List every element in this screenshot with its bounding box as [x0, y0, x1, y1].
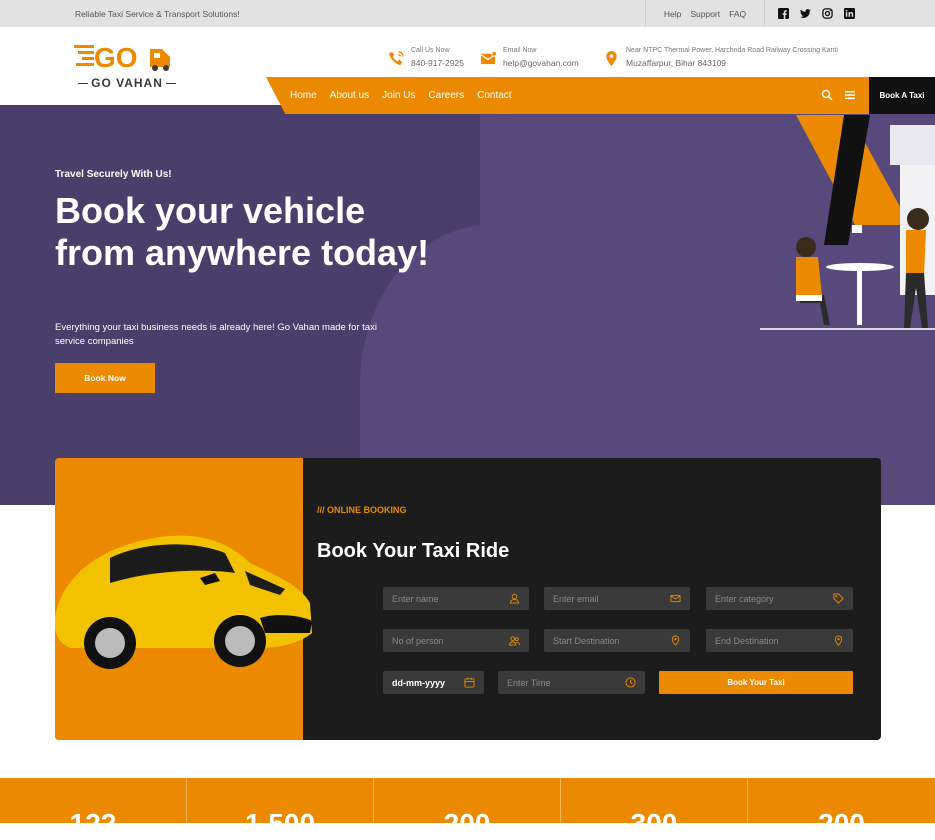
main-nav: Home About us Join Us Careers Contact: [266, 77, 869, 114]
booking-card: /// ONLINE BOOKING Book Your Taxi Ride E…: [55, 458, 881, 740]
time-placeholder: Enter Time: [507, 677, 551, 688]
name-placeholder: Enter name: [392, 593, 439, 604]
location-pin-icon: [606, 50, 617, 67]
facebook-icon[interactable]: [778, 8, 789, 19]
address-line2: Muzaffarpur, Bihar 843109: [626, 58, 727, 68]
menu-icon[interactable]: [844, 89, 856, 101]
nav-links: Home About us Join Us Careers Contact: [290, 90, 512, 101]
social-links: [778, 8, 855, 19]
stat-value: 1,500: [244, 808, 316, 839]
stat-item: 200: [748, 778, 935, 839]
email-input[interactable]: Enter email: [544, 587, 690, 610]
top-bar: Reliable Taxi Service & Transport Soluti…: [0, 0, 935, 27]
call-label: Call Us Now: [411, 47, 450, 54]
group-icon: [509, 636, 520, 646]
linkedin-icon[interactable]: [844, 8, 855, 19]
pin-icon: [671, 635, 680, 646]
stat-item: 1,500: [187, 778, 374, 839]
book-taxi-button[interactable]: Book A Taxi: [869, 77, 935, 114]
hero-title: Book your vehicle from anywhere today!: [55, 190, 430, 273]
persons-placeholder: No of person: [392, 635, 444, 646]
stat-value: 122: [69, 808, 117, 839]
calendar-icon: [464, 677, 475, 688]
email-contact[interactable]: Email Now help@govahan.com: [480, 47, 579, 68]
email-value: help@govahan.com: [503, 58, 579, 68]
address-contact: Near NTPC Thermal Power, Harchnda Road R…: [603, 47, 838, 68]
taxi-car-image: [55, 535, 312, 669]
address-line1: Near NTPC Thermal Power, Harchnda Road R…: [626, 47, 838, 54]
tagline: Reliable Taxi Service & Transport Soluti…: [75, 9, 240, 19]
pin-icon: [834, 635, 843, 646]
call-value: 840-917-2925: [411, 58, 464, 68]
category-input[interactable]: Enter category: [706, 587, 853, 610]
nav-item-join[interactable]: Join Us: [382, 90, 415, 101]
time-input[interactable]: Enter Time: [498, 671, 645, 694]
search-icon[interactable]: [821, 89, 833, 101]
logo-mark: GO: [74, 42, 170, 73]
user-icon: [509, 593, 520, 604]
email-label: Email Now: [503, 47, 537, 54]
hero: Travel Securely With Us! Book your vehic…: [0, 105, 935, 505]
booking-title: Book Your Taxi Ride: [317, 540, 510, 562]
date-input[interactable]: dd-mm-yyyy: [383, 671, 484, 694]
phone-icon: [388, 51, 404, 66]
stat-item: 300: [561, 778, 748, 839]
clock-icon: [625, 677, 636, 688]
help-link[interactable]: Help: [664, 9, 681, 19]
online-booking-kicker: /// ONLINE BOOKING: [317, 505, 407, 515]
envelope-icon: [670, 594, 681, 603]
logo[interactable]: GO GO VAHAN: [72, 37, 182, 90]
call-contact[interactable]: Call Us Now 840-917-2925: [388, 47, 464, 68]
faq-link[interactable]: FAQ: [729, 9, 746, 19]
end-destination-input[interactable]: End Destination: [706, 629, 853, 652]
tag-icon: [833, 593, 844, 604]
nav-item-home[interactable]: Home: [290, 90, 317, 101]
persons-input[interactable]: No of person: [383, 629, 529, 652]
end-placeholder: End Destination: [715, 635, 779, 646]
top-links: Help Support FAQ: [645, 0, 765, 27]
stat-item: 200: [374, 778, 561, 839]
instagram-icon[interactable]: [822, 8, 833, 19]
hero-kicker: Travel Securely With Us!: [55, 169, 172, 180]
stat-item: 122: [0, 778, 187, 839]
nav-item-careers[interactable]: Careers: [429, 90, 465, 101]
mail-icon: [480, 50, 497, 65]
cafe-illustration: [760, 115, 935, 330]
logo-text: GO: [94, 42, 138, 73]
hero-description: Everything your taxi business needs is a…: [55, 322, 377, 347]
book-now-button[interactable]: Book Now: [55, 363, 155, 393]
twitter-icon[interactable]: [800, 8, 811, 19]
category-placeholder: Enter category: [715, 593, 774, 604]
nav-item-contact[interactable]: Contact: [477, 90, 511, 101]
email-placeholder: Enter email: [553, 593, 599, 604]
name-input[interactable]: Enter name: [383, 587, 529, 610]
stat-value: 200: [818, 808, 865, 839]
stat-value: 300: [630, 808, 678, 839]
support-link[interactable]: Support: [690, 9, 720, 19]
start-placeholder: Start Destination: [553, 635, 620, 646]
date-value: dd-mm-yyyy: [392, 677, 446, 688]
book-your-taxi-button[interactable]: Book Your Taxi: [659, 671, 853, 694]
stats-bar: 122 1,500 200 300 200: [0, 778, 935, 839]
start-destination-input[interactable]: Start Destination: [544, 629, 690, 652]
logo-brand: GO VAHAN: [72, 76, 182, 90]
stat-value: 200: [443, 808, 491, 839]
nav-item-about[interactable]: About us: [330, 90, 369, 101]
